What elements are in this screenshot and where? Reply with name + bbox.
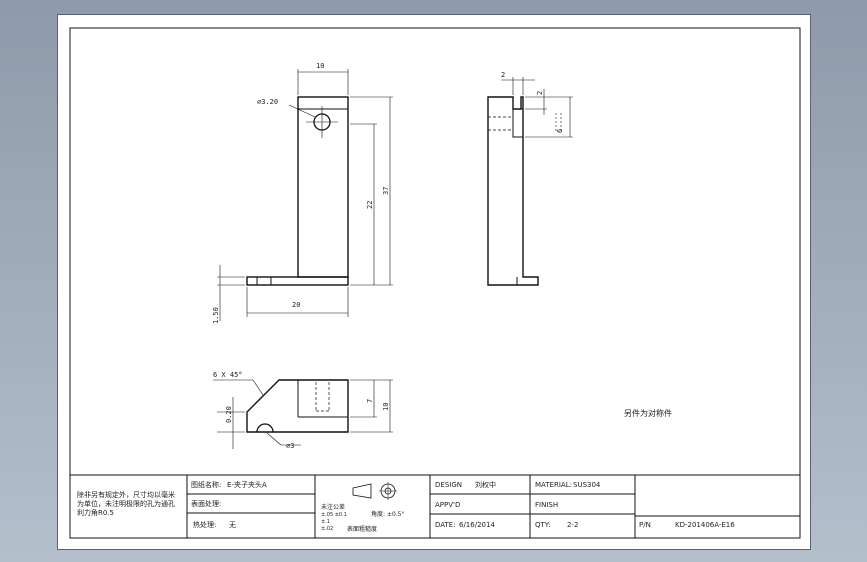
dim-height-37: 37 (382, 187, 390, 195)
tolerance-line-3: ±.02 (321, 526, 333, 532)
dim-bottom-height-10: 10 (382, 403, 390, 411)
front-view (217, 69, 393, 321)
qty-value: 2-2 (567, 521, 578, 529)
side-view (487, 77, 573, 286)
dim-height-22: 22 (366, 201, 374, 209)
dim-bottom-height-7: 7 (366, 399, 374, 403)
drawing-sheet: 10 ∅3.20 22 37 1.50 20 2 2 6 6 X 45° 7 1… (57, 14, 811, 550)
tech-req-line-2: 为单位，未注明极限的孔为通孔 (77, 499, 175, 508)
dim-hole-diameter: ∅3.20 (257, 98, 278, 106)
dim-chamfer: 6 X 45° (213, 371, 243, 379)
drawing-canvas: 10 ∅3.20 22 37 1.50 20 2 2 6 6 X 45° 7 1… (69, 27, 801, 539)
approved-label: APPV'D (435, 501, 460, 509)
dim-bottom-hole: ∅3 (286, 442, 294, 450)
bottom-view (213, 379, 393, 449)
part-name-value: E-夹子夹头A (227, 480, 267, 489)
dim-base-thickness: 1.50 (212, 307, 220, 324)
roughness-label: 表面粗糙度 (347, 525, 377, 533)
date-label: DATE: (435, 521, 456, 529)
dim-side-notch-depth: 2 (536, 91, 544, 95)
symmetry-note: 另件为对称件 (624, 408, 672, 418)
finish-label: FINISH (535, 501, 558, 509)
inner-border (69, 27, 801, 539)
dim-side-notch-height: 6 (556, 129, 564, 133)
dim-side-step: 2 (501, 71, 505, 79)
tech-req-line-1: 除非另有规定外，尺寸均以毫米 (77, 490, 175, 499)
dim-width-top: 10 (316, 62, 324, 70)
tolerance-line-1: ±.05 ±0.1 (321, 512, 347, 518)
material-label: MATERIAL: (535, 481, 572, 489)
qty-label: QTY: (535, 521, 551, 529)
design-label: DESIGN (435, 481, 462, 489)
surface-label: 表面处理: (191, 499, 221, 508)
pn-label: P/N (639, 521, 651, 529)
tolerance-title: 未注公差 (321, 503, 345, 511)
tolerance-line-2: ±.1 (321, 519, 330, 525)
angle-label: 角度: ±0.5° (371, 510, 405, 518)
part-name-label: 图纸名称: (191, 480, 221, 489)
pn-value: KD-201406A-E16 (675, 521, 735, 529)
heat-label: 热处理: (193, 520, 216, 529)
tech-req-line-3: 利力角R0.5 (77, 508, 114, 517)
dim-base-width: 20 (292, 301, 300, 309)
dim-bottom-offset: 0.20 (225, 406, 233, 423)
heat-value: 无 (229, 521, 236, 529)
material-value: SUS304 (573, 481, 601, 489)
date-value: 6/16/2014 (459, 521, 495, 529)
design-value: 刘权中 (475, 480, 496, 489)
